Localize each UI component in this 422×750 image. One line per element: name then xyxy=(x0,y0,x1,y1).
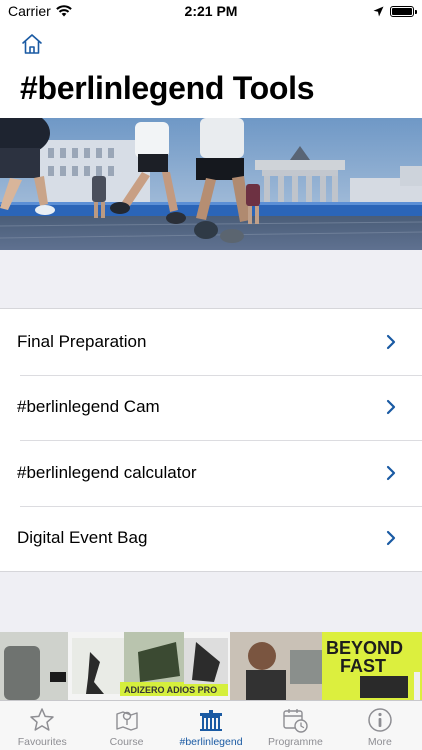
ad-banner-text-1: ADIZERO ADIOS PRO xyxy=(124,685,217,695)
menu-item-digital-event-bag[interactable]: Digital Event Bag xyxy=(0,505,422,572)
menu-item-label: #berlinlegend calculator xyxy=(17,462,197,482)
status-bar: Carrier 2:21 PM xyxy=(0,0,422,22)
wifi-icon xyxy=(55,5,72,17)
menu-item-label: Final Preparation xyxy=(17,331,147,351)
tab-programme[interactable]: Programme xyxy=(253,701,337,750)
tab-favourites[interactable]: Favourites xyxy=(0,701,84,750)
ad-banner-text-2: BEYOND xyxy=(326,638,403,658)
menu-item-berlinlegend-calculator[interactable]: #berlinlegend calculator xyxy=(0,440,422,506)
tab-label: More xyxy=(367,736,392,748)
home-button[interactable] xyxy=(20,32,44,56)
status-left: Carrier xyxy=(8,3,72,19)
calendar-clock-icon xyxy=(283,709,309,733)
chevron-right-icon xyxy=(386,400,396,415)
chevron-right-icon xyxy=(386,531,396,546)
tab-label: #berlinlegend xyxy=(179,736,243,748)
menu-item-label: Digital Event Bag xyxy=(17,528,148,548)
page-title: #berlinlegend Tools xyxy=(20,70,315,106)
tab-label: Favourites xyxy=(17,736,67,748)
ad-banner[interactable]: ADIZERO ADIOS PRO BEYOND FAST xyxy=(0,632,422,700)
tab-label: Course xyxy=(109,736,144,748)
tab-bar: Favourites Course #berlinlegend Programm… xyxy=(0,700,422,750)
chevron-right-icon xyxy=(386,465,396,480)
menu-item-label: #berlinlegend Cam xyxy=(17,397,160,417)
menu-item-berlinlegend-cam[interactable]: #berlinlegend Cam xyxy=(0,374,422,441)
home-icon xyxy=(22,34,42,54)
menu-item-final-preparation[interactable]: Final Preparation xyxy=(0,309,422,375)
map-icon xyxy=(115,711,138,731)
chevron-right-icon xyxy=(386,334,396,349)
tab-course[interactable]: Course xyxy=(84,701,168,750)
hero-illustration xyxy=(0,118,422,250)
status-right xyxy=(373,5,417,17)
battery-icon xyxy=(390,5,417,17)
location-arrow-icon xyxy=(373,6,384,16)
ad-banner-image: ADIZERO ADIOS PRO BEYOND FAST xyxy=(0,632,422,700)
tab-label: Programme xyxy=(267,736,323,748)
brandenburg-gate-icon xyxy=(200,710,223,731)
tools-menu: Final Preparation #berlinlegend Cam #ber… xyxy=(0,308,422,572)
hero-image-marathon-runners xyxy=(0,118,422,250)
tab-berlinlegend[interactable]: #berlinlegend xyxy=(169,701,253,750)
carrier-label: Carrier xyxy=(8,3,51,19)
ad-banner-text-3: FAST xyxy=(340,656,386,676)
header: #berlinlegend Tools xyxy=(0,22,422,118)
star-icon xyxy=(30,708,54,731)
tab-more[interactable]: More xyxy=(338,701,422,750)
info-icon xyxy=(368,708,392,732)
